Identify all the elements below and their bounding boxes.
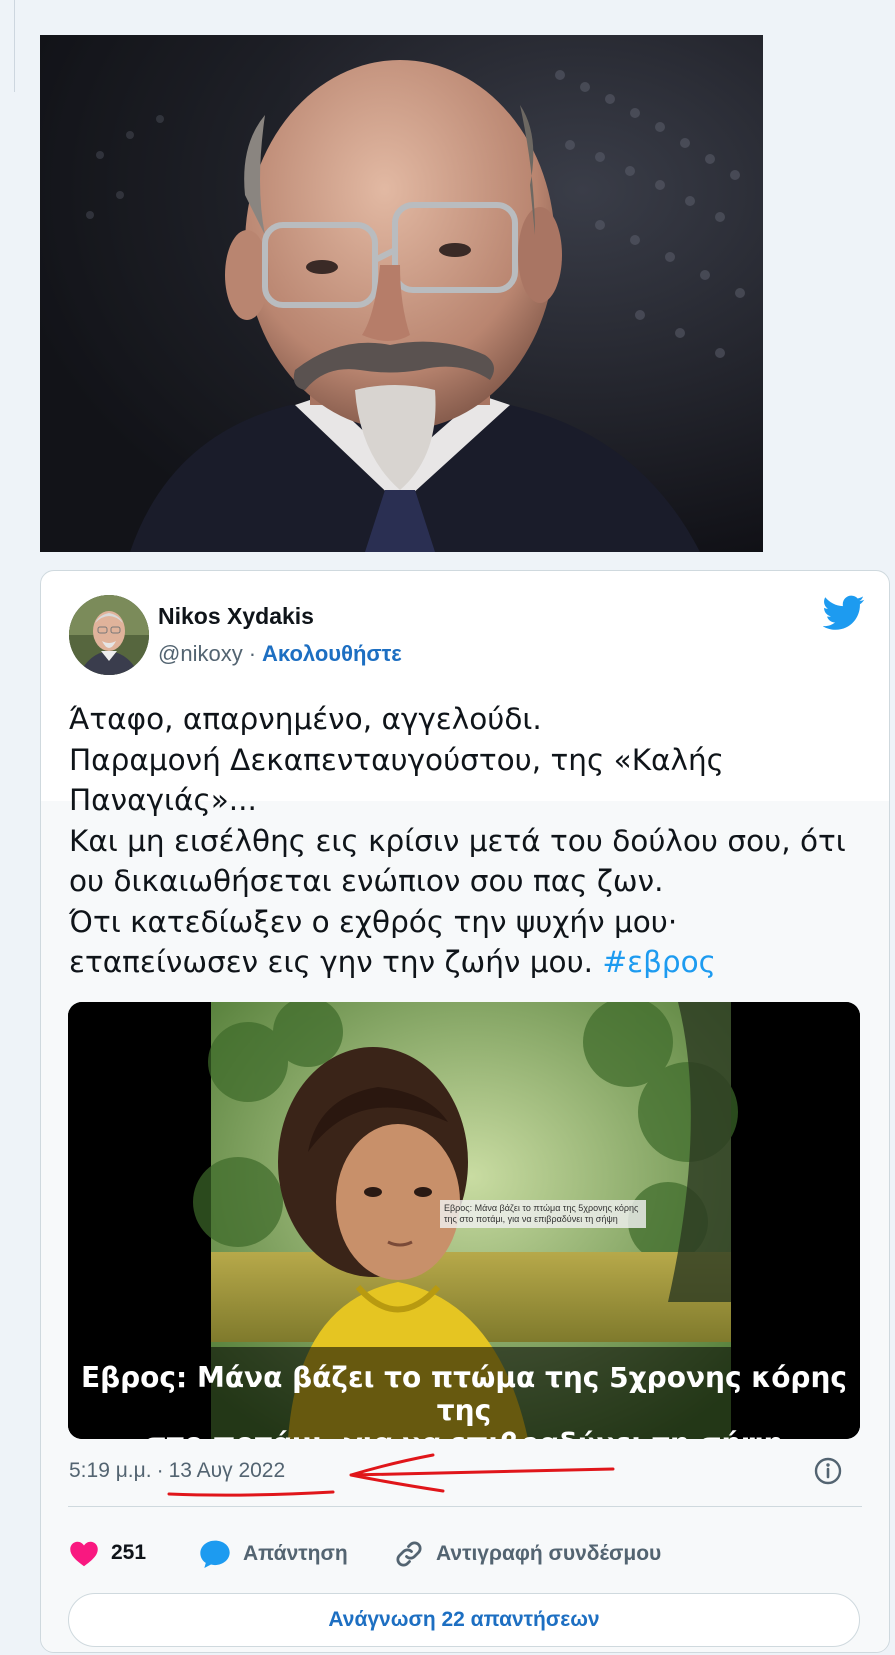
video-caption: Εβρος: Μάνα βάζει το πτώμα της 5χρονης κ…	[68, 1347, 860, 1439]
copy-link-button[interactable]: Αντιγραφή συνδέσμου	[394, 1539, 661, 1569]
tweet-text-line: Παραμονή Δεκαπενταυγούστου, της «Καλής	[69, 742, 724, 777]
tweet-divider	[68, 1506, 862, 1507]
tweet-date: 13 Αυγ 2022	[168, 1459, 286, 1482]
heart-icon	[70, 1541, 98, 1567]
hero-photo	[40, 35, 763, 552]
video-caption-line: Εβρος: Μάνα βάζει το πτώμα της 5χρονης κ…	[80, 1361, 848, 1427]
video-overlay-text: Εβρος: Μάνα βάζει το πτώμα της 5χρονης κ…	[440, 1200, 646, 1228]
tweet-video-media[interactable]: Εβρος: Μάνα βάζει το πτώμα της 5χρονης κ…	[68, 1002, 860, 1439]
reply-bubble-icon	[200, 1540, 230, 1568]
handle-separator: ·	[248, 641, 257, 666]
tweet-timestamp[interactable]: 5:19 μ.μ. · 13 Αυγ 2022	[69, 1459, 285, 1483]
info-icon[interactable]	[813, 1456, 843, 1486]
like-count: 251	[111, 1541, 147, 1564]
tweet-card: Nikos Xydakis @nikoxy · Ακολουθήστε Άταφο,…	[40, 570, 890, 1653]
tweet-text-line: εταπείνωσεν εις γην την ζωήν μου.	[69, 945, 594, 979]
hashtag-link[interactable]: #εβρος	[602, 945, 716, 979]
page-edge-line	[14, 0, 15, 92]
video-caption-line: στο ποτάμι, για να επιβραδύνει τη σήψη	[68, 1427, 860, 1439]
tweet-text-line: ου δικαιωθήσεται ενώπιον σου πας ζων.	[69, 864, 664, 898]
tweet-text-line: Ότι κατεδίωξεν ο εχθρός την ψυχήν μου·	[69, 904, 678, 939]
follow-link[interactable]: Ακολουθήστε	[262, 641, 402, 666]
reply-label: Απάντηση	[243, 1542, 348, 1565]
tweet-actions: 251 Απάντηση Αντιγραφή συνδέσμου	[69, 1539, 862, 1579]
author-handle-line: @nikoxy · Ακολουθήστε	[158, 641, 402, 667]
tweet-text: Άταφο, απαρνημένο, αγγελούδι. Παραμονή Δ…	[69, 699, 859, 983]
timestamp-separator: ·	[156, 1459, 164, 1482]
reply-button[interactable]: Απάντηση	[199, 1539, 348, 1569]
tweet-text-line: Και μη εισέλθης εις κρίσιν μετά του δούλ…	[69, 823, 846, 858]
tweet-text-last-line: εταπείνωσεν εις γην την ζωήν μου. #εβρος	[69, 942, 859, 983]
author-handle[interactable]: @nikoxy	[158, 641, 243, 666]
tweet-text-line: Άταφο, απαρνημένο, αγγελούδι.	[69, 702, 542, 736]
twitter-bird-icon[interactable]	[823, 595, 865, 631]
copy-link-label: Αντιγραφή συνδέσμου	[436, 1542, 662, 1565]
author-name[interactable]: Nikos Xydakis	[158, 603, 314, 630]
tweet-time: 5:19 μ.μ.	[69, 1459, 152, 1482]
avatar-image	[69, 595, 149, 675]
link-icon	[396, 1541, 422, 1567]
tweet-text-line: Παναγιάς»...	[69, 783, 257, 817]
read-replies-button[interactable]: Ανάγνωση 22 απαντήσεων	[68, 1593, 860, 1647]
like-button[interactable]: 251	[69, 1539, 146, 1567]
author-avatar[interactable]	[69, 595, 149, 675]
